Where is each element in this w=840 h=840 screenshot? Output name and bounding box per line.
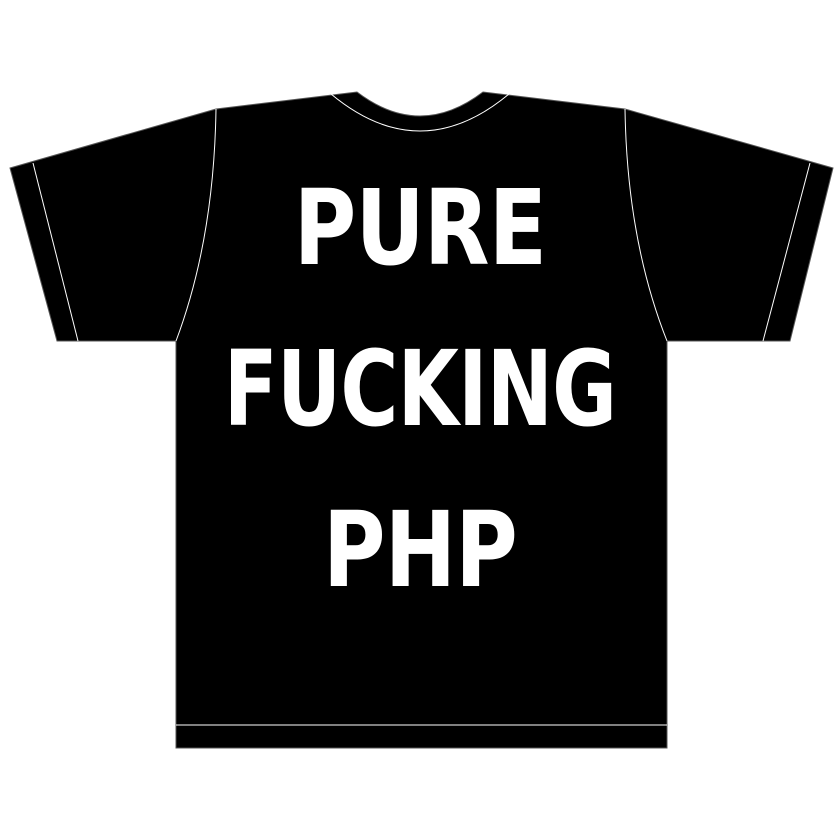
print-line-pure: PURE <box>293 167 547 289</box>
tshirt-mockup: PURE FUCKING PHP <box>0 0 840 840</box>
print-line-fucking: FUCKING <box>223 328 617 450</box>
print-line-php: PHP <box>323 489 518 611</box>
